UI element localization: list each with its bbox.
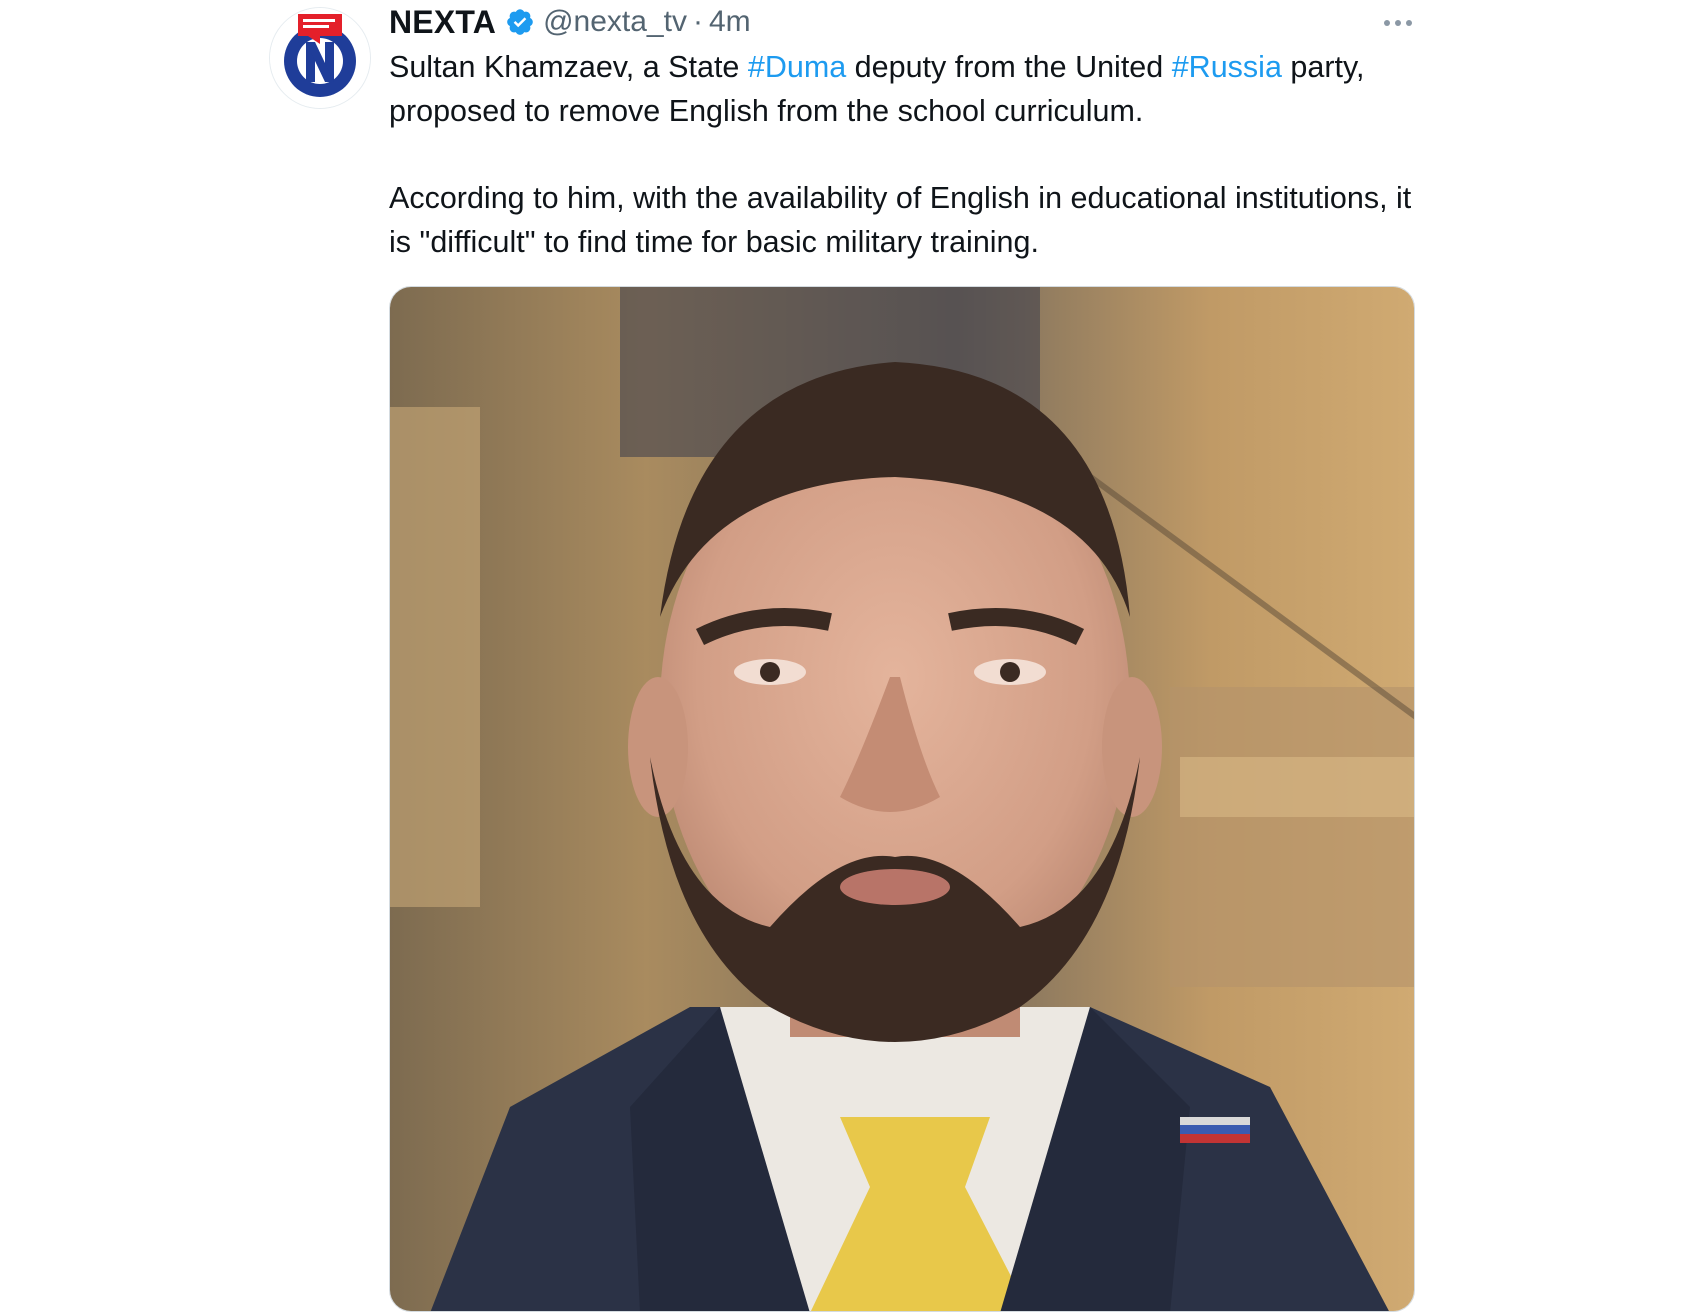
nexta-logo-icon <box>270 8 370 108</box>
author-handle[interactable]: @nexta_tv <box>543 5 687 39</box>
portrait-image <box>390 287 1414 1311</box>
tweet-text: Sultan Khamzaev, a State #Duma deputy fr… <box>389 45 1429 264</box>
hashtag-duma[interactable]: #Duma <box>748 50 846 84</box>
verified-badge-icon <box>505 7 535 37</box>
text-segment: Sultan Khamzaev, a State <box>389 50 748 84</box>
separator-dot: · <box>692 5 703 38</box>
more-options-icon[interactable] <box>1378 8 1418 38</box>
tweet-photo[interactable] <box>389 286 1415 1312</box>
tweet-header: NEXTA @nexta_tv · 4m <box>389 2 751 42</box>
author-avatar[interactable] <box>270 8 370 108</box>
tweet-paragraph-1: Sultan Khamzaev, a State #Duma deputy fr… <box>389 45 1429 133</box>
hashtag-russia[interactable]: #Russia <box>1172 50 1282 84</box>
text-segment: deputy from the United <box>846 50 1172 84</box>
tweet-paragraph-2: According to him, with the availability … <box>389 181 1412 259</box>
timestamp[interactable]: 4m <box>709 5 751 39</box>
author-name[interactable]: NEXTA <box>389 4 496 41</box>
tweet[interactable]: NEXTA @nexta_tv · 4m Sultan Khamzaev, a … <box>0 0 1682 1314</box>
